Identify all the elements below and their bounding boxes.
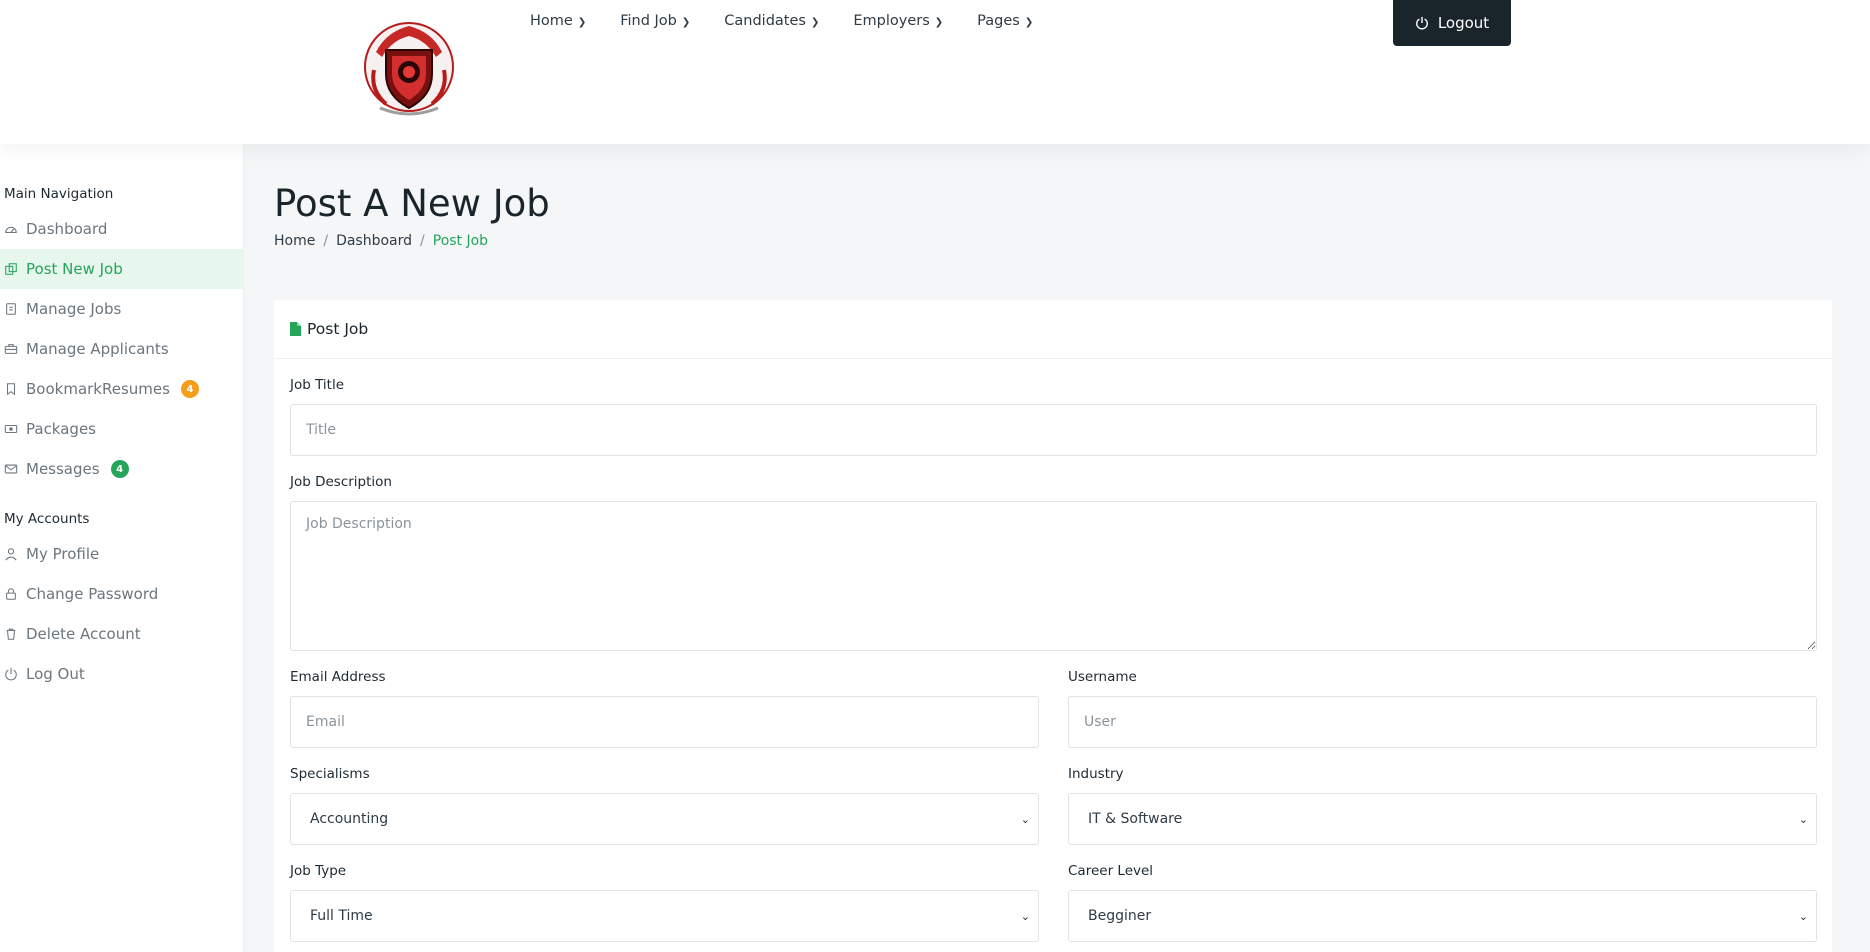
job-type-selected-value: Full Time (310, 908, 373, 924)
power-icon (5, 667, 17, 681)
job-description-label: Job Description (290, 474, 392, 490)
sidebar: Main Navigation Dashboard Post New Job M… (0, 144, 244, 952)
sidebar-group-title: My Accounts (4, 511, 90, 527)
sidebar-item-delete-account[interactable]: Delete Account (0, 614, 244, 654)
breadcrumb-separator: / (420, 233, 425, 249)
nav-pages-label: Pages (977, 13, 1020, 29)
job-type-label: Job Type (290, 863, 347, 879)
bookmark-count-badge: 4 (180, 380, 199, 398)
chevron-down-icon: ⌄ (1798, 812, 1808, 826)
specialisms-select[interactable]: Accounting ⌄ (290, 793, 1039, 845)
site-logo[interactable] (356, 12, 462, 118)
post-job-icon (5, 263, 17, 275)
nav-pages[interactable]: Pages ❯ (977, 10, 1033, 32)
email-input[interactable] (290, 696, 1039, 748)
sidebar-item-log-out[interactable]: Log Out (0, 654, 244, 694)
username-label: Username (1068, 669, 1137, 685)
chevron-down-icon: ❯ (810, 16, 820, 28)
industry-select[interactable]: IT & Software ⌄ (1068, 793, 1817, 845)
nav-home[interactable]: Home ❯ (530, 10, 586, 32)
sidebar-item-dashboard[interactable]: Dashboard (0, 209, 244, 249)
sidebar-item-label: My Profile (26, 545, 100, 563)
sidebar-item-change-password[interactable]: Change Password (0, 574, 244, 614)
sidebar-item-label: Post New Job (26, 260, 123, 278)
chevron-down-icon: ⌄ (1020, 909, 1030, 923)
breadcrumb: Home / Dashboard / Post Job (274, 233, 488, 249)
breadcrumb-dashboard[interactable]: Dashboard (336, 233, 412, 249)
power-icon (1415, 16, 1428, 30)
sidebar-item-manage-applicants[interactable]: Manage Applicants (0, 329, 244, 369)
specialisms-selected-value: Accounting (310, 811, 389, 827)
job-title-label: Job Title (290, 377, 345, 393)
nav-find-job[interactable]: Find Job ❯ (620, 10, 690, 32)
chevron-down-icon: ⌄ (1020, 812, 1030, 826)
envelope-icon (4, 464, 18, 474)
nav-candidates-label: Candidates (724, 13, 806, 29)
chevron-down-icon: ❯ (681, 16, 691, 28)
sidebar-item-label: Messages (26, 460, 100, 478)
trash-icon (6, 628, 16, 640)
dashboard-gauge-icon (5, 226, 17, 234)
chevron-down-icon: ⌄ (1798, 909, 1808, 923)
nav-home-label: Home (530, 13, 573, 29)
breadcrumb-home[interactable]: Home (274, 233, 315, 249)
nav-employers-label: Employers (853, 13, 930, 29)
page-title: Post A New Job (274, 182, 550, 225)
job-description-textarea[interactable] (290, 501, 1817, 651)
file-icon (290, 322, 301, 336)
lock-icon (6, 588, 16, 600)
card-title: Post Job (307, 320, 369, 338)
logout-button[interactable]: Logout (1393, 0, 1511, 46)
main-nav: Home ❯ Find Job ❯ Candidates ❯ Employers ❯ P… (530, 10, 1033, 32)
sidebar-main-nav: Dashboard Post New Job Manage Jobs Manag… (0, 209, 244, 489)
chevron-down-icon: ❯ (577, 16, 587, 28)
sidebar-item-label: Packages (26, 420, 96, 438)
sidebar-item-manage-jobs[interactable]: Manage Jobs (0, 289, 244, 329)
chevron-down-icon: ❯ (934, 16, 944, 28)
top-header: Home ❯ Find Job ❯ Candidates ❯ Employers ❯ P… (0, 0, 1870, 144)
briefcase-icon (4, 344, 18, 354)
chevron-down-icon: ❯ (1024, 16, 1034, 28)
sidebar-item-label: Manage Applicants (26, 340, 169, 358)
sidebar-item-label: Change Password (26, 585, 159, 603)
money-icon (4, 424, 18, 434)
industry-selected-value: IT & Software (1088, 811, 1183, 827)
sidebar-item-label: Log Out (26, 665, 85, 683)
messages-count-badge: 4 (110, 460, 129, 478)
logout-label: Logout (1437, 14, 1490, 32)
breadcrumb-current: Post Job (432, 233, 489, 249)
job-type-select[interactable]: Full Time ⌄ (290, 890, 1039, 942)
career-level-selected-value: Begginer (1088, 908, 1152, 924)
specialisms-label: Specialisms (290, 766, 370, 782)
sidebar-item-post-new-job[interactable]: Post New Job (0, 249, 244, 289)
sidebar-item-messages[interactable]: Messages 4 (0, 449, 244, 489)
email-label: Email Address (290, 669, 386, 685)
sidebar-item-label: Delete Account (26, 625, 141, 643)
sidebar-item-label: BookmarkResumes (26, 380, 170, 398)
job-title-input[interactable] (290, 404, 1817, 456)
sidebar-group-title: Main Navigation (4, 186, 114, 202)
sidebar-item-packages[interactable]: Packages (0, 409, 244, 449)
nav-candidates[interactable]: Candidates ❯ (724, 10, 819, 32)
sidebar-item-label: Manage Jobs (26, 300, 122, 318)
career-level-select[interactable]: Begginer ⌄ (1068, 890, 1817, 942)
sidebar-item-my-profile[interactable]: My Profile (0, 534, 244, 574)
post-job-card: Post Job Job Title Job Description Email… (274, 300, 1832, 952)
user-icon (5, 548, 17, 561)
bookmark-icon (6, 383, 16, 396)
sidebar-account-nav: My Profile Change Password Delete Accoun… (0, 534, 244, 694)
sidebar-item-label: Dashboard (26, 220, 108, 238)
career-level-label: Career Level (1068, 863, 1154, 879)
industry-label: Industry (1068, 766, 1124, 782)
guild-crest-logo-icon (364, 22, 454, 116)
sidebar-item-bookmark-resumes[interactable]: BookmarkResumes 4 (0, 369, 244, 409)
manage-jobs-icon (6, 303, 16, 315)
card-header: Post Job (274, 300, 1832, 359)
nav-employers[interactable]: Employers ❯ (853, 10, 943, 32)
nav-find-job-label: Find Job (620, 13, 677, 29)
username-input[interactable] (1068, 696, 1817, 748)
breadcrumb-separator: / (323, 233, 329, 249)
